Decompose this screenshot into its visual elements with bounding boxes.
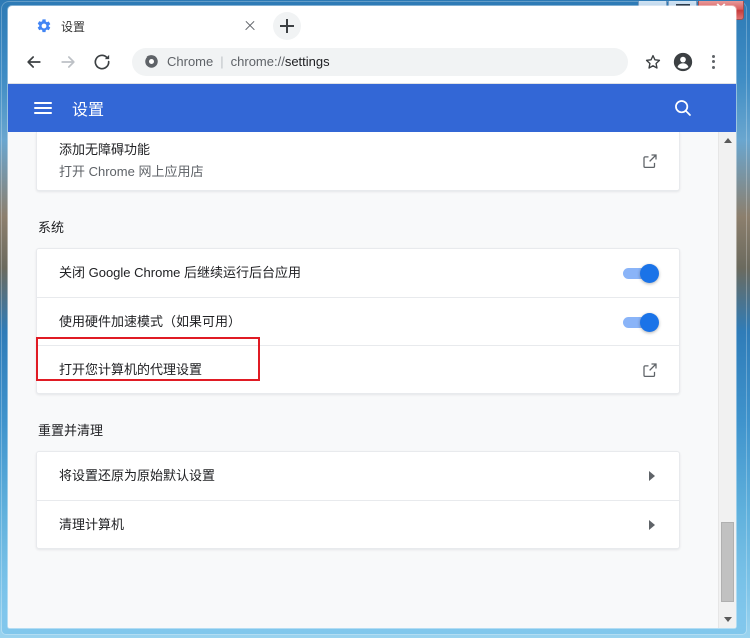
settings-search-button[interactable] <box>672 97 694 119</box>
settings-page: 设置 添加无障碍功能 打开 Chrome 网上应用店 系统 关闭 Google … <box>8 84 736 628</box>
new-tab-button[interactable] <box>273 12 301 40</box>
toggle-hardware-acceleration[interactable] <box>623 312 659 332</box>
omnibox-url-page: settings <box>284 54 330 69</box>
omnibox-scheme-label: Chrome <box>167 54 214 69</box>
page-scrollbar[interactable] <box>718 132 736 628</box>
external-link-icon[interactable] <box>641 361 659 379</box>
chrome-menu-button[interactable] <box>700 49 726 75</box>
tab-close-icon[interactable] <box>242 18 258 34</box>
profile-button[interactable] <box>670 49 696 75</box>
chevron-right-icon[interactable] <box>645 518 659 532</box>
browser-window: 设置 Chrome | chrome://settings 设置 添加无障碍功能… <box>8 6 736 628</box>
row-continue-background-apps[interactable]: 关闭 Google Chrome 后继续运行后台应用 <box>37 249 679 297</box>
row-primary-label: 将设置还原为原始默认设置 <box>59 468 216 483</box>
tab-strip: 设置 <box>8 6 736 41</box>
star-icon <box>645 54 661 69</box>
external-link-icon[interactable] <box>641 152 659 170</box>
system-card: 关闭 Google Chrome 后继续运行后台应用 使用硬件加速模式（如果可用… <box>36 248 680 394</box>
profile-avatar-icon <box>673 52 693 71</box>
bookmark-button[interactable] <box>640 49 666 75</box>
forward-arrow-icon <box>61 55 75 68</box>
section-title-reset-cleanup: 重置并清理 <box>38 423 104 438</box>
row-add-accessibility-features[interactable]: 添加无障碍功能 打开 Chrome 网上应用店 <box>37 132 679 190</box>
omnibox-separator: | <box>220 54 224 69</box>
row-primary-label: 关闭 Google Chrome 后继续运行后台应用 <box>59 265 301 280</box>
toggle-knob <box>640 264 659 283</box>
back-button[interactable] <box>20 48 48 76</box>
reload-icon <box>94 54 110 69</box>
settings-gear-icon <box>37 19 51 33</box>
accessibility-card: 添加无障碍功能 打开 Chrome 网上应用店 <box>36 132 680 191</box>
row-labels: 使用硬件加速模式（如果可用） <box>59 304 623 340</box>
settings-header: 设置 <box>8 84 736 132</box>
settings-content: 添加无障碍功能 打开 Chrome 网上应用店 系统 关闭 Google Chr… <box>8 132 736 628</box>
row-primary-label: 添加无障碍功能 <box>59 142 151 157</box>
row-primary-label: 使用硬件加速模式（如果可用） <box>59 313 242 329</box>
browser-toolbar: Chrome | chrome://settings <box>8 40 736 84</box>
omnibox-url-prefix: chrome:// <box>230 54 285 69</box>
chevron-right-icon[interactable] <box>645 469 659 483</box>
back-arrow-icon <box>27 55 41 68</box>
hamburger-menu-icon[interactable] <box>34 99 52 117</box>
row-restore-defaults[interactable]: 将设置还原为原始默认设置 <box>37 452 679 500</box>
omnibox-url: chrome://settings <box>231 54 330 69</box>
section-title-system: 系统 <box>38 220 65 235</box>
page-title: 设置 <box>72 102 105 119</box>
search-icon <box>675 100 691 116</box>
toggle-knob <box>640 312 659 332</box>
row-labels: 清理计算机 <box>59 507 645 543</box>
three-dot-menu-icon <box>711 54 715 69</box>
scroll-down-arrow-icon[interactable] <box>719 611 736 628</box>
toggle-continue-background-apps[interactable] <box>623 264 659 283</box>
row-labels: 关闭 Google Chrome 后继续运行后台应用 <box>59 255 623 291</box>
tab-title: 设置 <box>61 19 86 34</box>
scrollbar-thumb[interactable] <box>721 522 734 602</box>
row-labels: 将设置还原为原始默认设置 <box>59 458 645 494</box>
scroll-up-arrow-icon[interactable] <box>719 132 736 149</box>
row-primary-label: 清理计算机 <box>59 516 125 532</box>
chrome-logo-icon <box>145 55 158 68</box>
reload-button[interactable] <box>88 48 116 76</box>
row-open-proxy-settings[interactable]: 打开您计算机的代理设置 <box>37 345 679 393</box>
address-bar[interactable]: Chrome | chrome://settings <box>132 47 628 76</box>
tab-settings[interactable]: 设置 <box>22 11 266 41</box>
row-hardware-acceleration[interactable]: 使用硬件加速模式（如果可用） <box>37 297 679 345</box>
forward-button[interactable] <box>54 48 82 76</box>
reset-card: 将设置还原为原始默认设置 清理计算机 <box>36 451 680 549</box>
row-labels: 打开您计算机的代理设置 <box>59 352 641 388</box>
row-secondary-label: 打开 Chrome 网上应用店 <box>59 164 204 179</box>
row-primary-label: 打开您计算机的代理设置 <box>59 361 203 377</box>
settings-content-inner: 添加无障碍功能 打开 Chrome 网上应用店 系统 关闭 Google Chr… <box>8 132 696 549</box>
row-labels: 添加无障碍功能 打开 Chrome 网上应用店 <box>59 132 641 190</box>
row-clean-up-computer[interactable]: 清理计算机 <box>37 500 679 548</box>
